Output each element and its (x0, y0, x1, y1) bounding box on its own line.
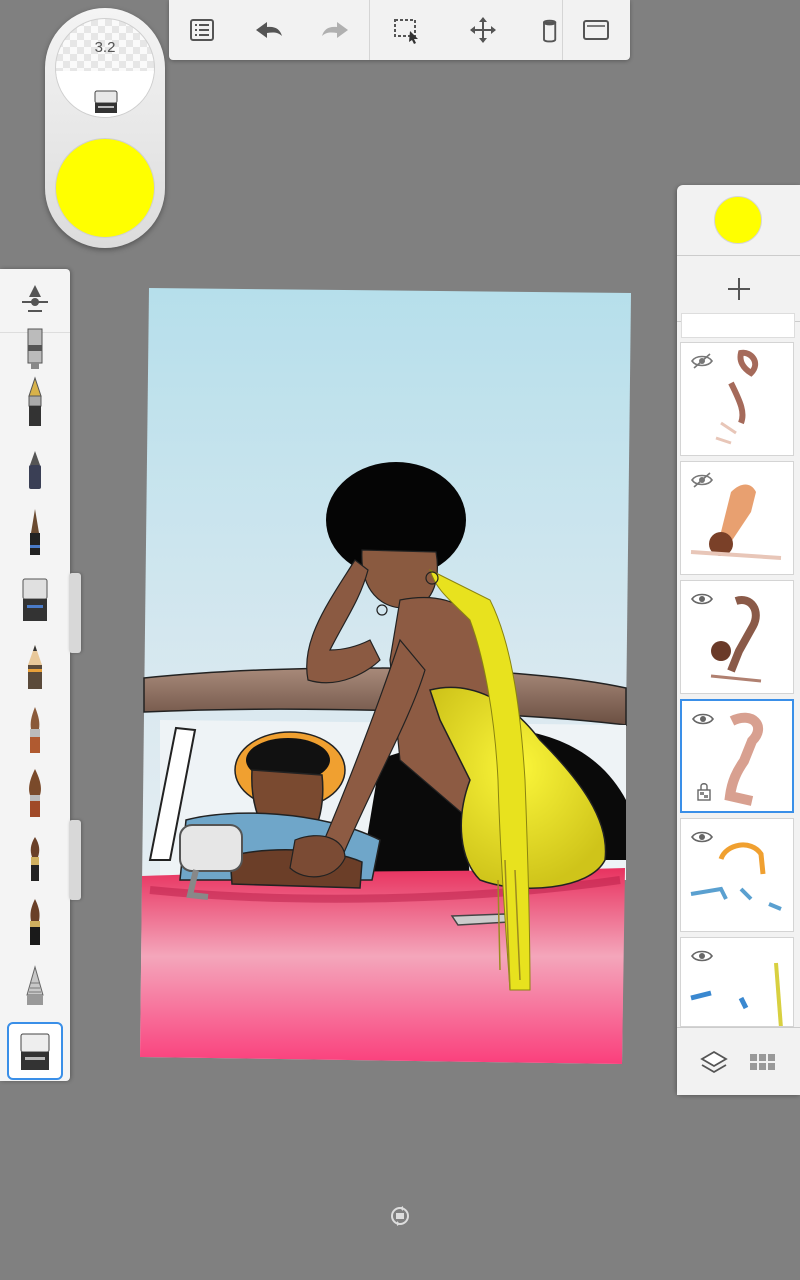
undo-icon[interactable] (249, 10, 289, 50)
layer-panel-footer (677, 1027, 800, 1095)
airbrush-icon[interactable] (7, 319, 63, 377)
ballpoint-pen-icon[interactable] (7, 439, 63, 497)
fineliner-icon[interactable] (7, 501, 63, 559)
hidden-eye-icon[interactable] (691, 472, 713, 488)
brush-palette-grip-top[interactable] (69, 573, 81, 653)
eraser-icon (94, 90, 118, 113)
add-layer-button[interactable] (717, 267, 761, 311)
woman-hair (326, 462, 466, 578)
brush-properties-icon (22, 285, 48, 312)
layers-icon[interactable] (698, 1046, 730, 1078)
brush-color-swatch[interactable] (55, 138, 155, 238)
top-toolbar (169, 0, 630, 60)
layer-thumbnail-3[interactable] (680, 580, 794, 694)
woman-dress (429, 686, 607, 889)
layer-partial[interactable] (681, 313, 795, 338)
redo-icon[interactable] (315, 10, 355, 50)
brush-size-control[interactable]: 3.2 (55, 18, 155, 118)
brush-size-value: 3.2 (94, 39, 116, 56)
plus-icon (728, 278, 750, 300)
fountain-pen-icon[interactable] (7, 372, 63, 430)
layer-thumbnail-1[interactable] (680, 342, 794, 456)
side-mirror (179, 824, 243, 872)
eye-icon[interactable] (691, 948, 713, 964)
round-brush-icon[interactable] (7, 829, 63, 887)
selection-icon[interactable] (386, 10, 426, 50)
car-interior (160, 720, 626, 880)
layer-thumbnail-6[interactable] (680, 937, 794, 1027)
canvas-paper (140, 288, 631, 1064)
paintbrush-icon[interactable] (7, 701, 63, 759)
hidden-eye-icon[interactable] (691, 353, 713, 369)
brush-palette-grip-bottom[interactable] (69, 820, 81, 900)
flat-brush-icon[interactable] (7, 765, 63, 823)
ink-brush-icon[interactable] (7, 893, 63, 951)
eye-icon[interactable] (692, 711, 714, 727)
fullscreen-icon[interactable] (576, 10, 616, 50)
layer-panel (677, 185, 800, 1095)
fill-icon[interactable] (529, 10, 559, 50)
car-roof (143, 667, 627, 726)
layer-color-swatch[interactable] (714, 196, 762, 244)
brush-puck[interactable]: 3.2 (45, 8, 165, 248)
woman-scarf (429, 569, 531, 991)
grid-icon[interactable] (747, 1046, 779, 1078)
layer-thumbnail-4[interactable] (680, 699, 794, 813)
hard-pencil-icon[interactable] (7, 959, 63, 1017)
lock-transparency-icon[interactable] (696, 781, 712, 801)
list-icon[interactable] (182, 10, 222, 50)
rotate-reset-icon[interactable] (388, 1204, 412, 1228)
pencil-icon[interactable] (7, 637, 63, 695)
marker-icon[interactable] (7, 569, 63, 627)
man-hat (234, 731, 346, 809)
brush-palette (0, 269, 70, 1081)
layer-thumbnail-5[interactable] (680, 818, 794, 932)
car-body (140, 868, 625, 1064)
layer-thumbnail-2[interactable] (680, 461, 794, 575)
move-icon[interactable] (463, 10, 503, 50)
eye-icon[interactable] (691, 591, 713, 607)
eye-icon[interactable] (691, 829, 713, 845)
eraser-brush-icon[interactable] (7, 1022, 63, 1080)
